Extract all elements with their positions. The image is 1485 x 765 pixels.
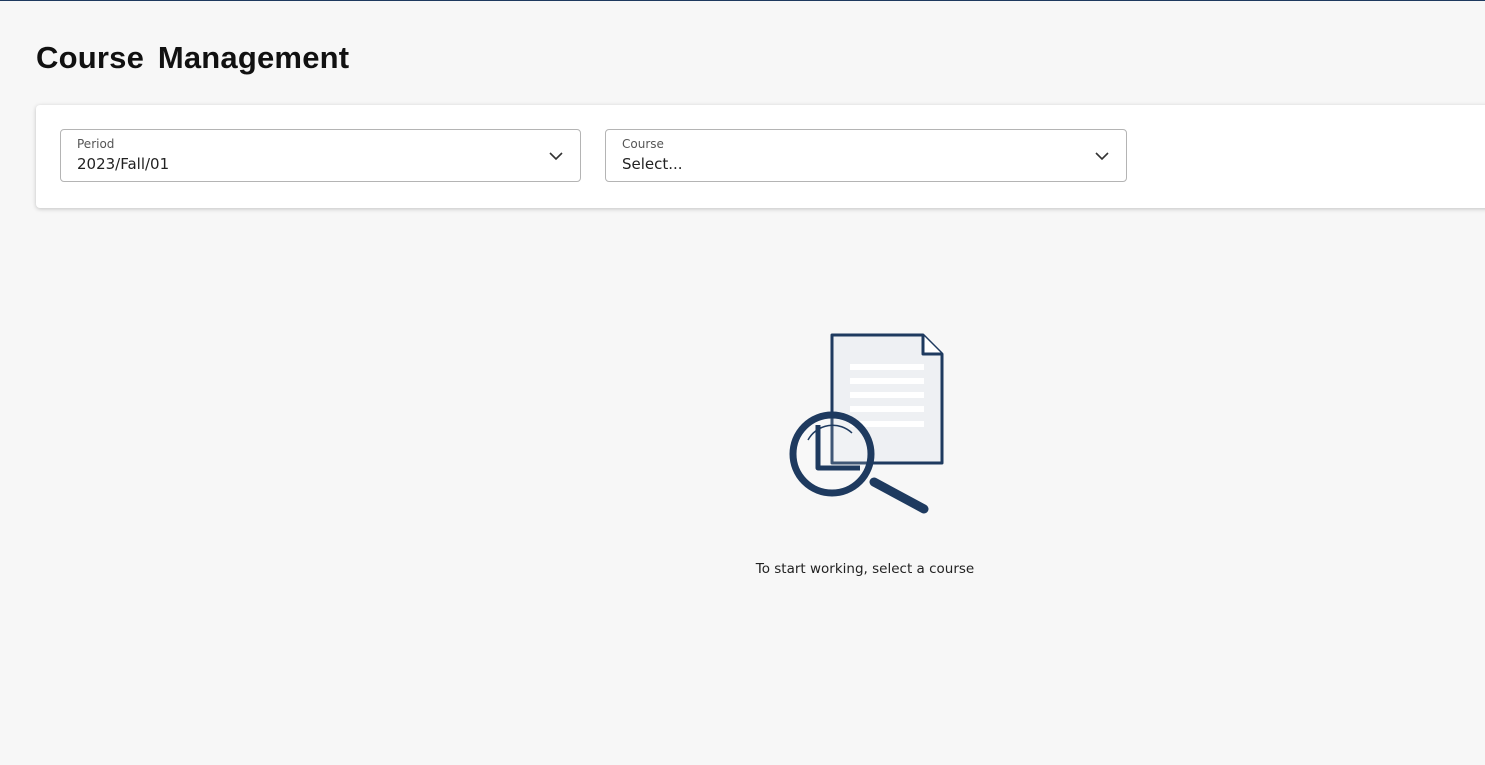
page-title: Course Management [36, 40, 350, 75]
chevron-down-icon [549, 152, 563, 161]
course-select-value: Select... [622, 155, 683, 173]
document-search-icon [789, 333, 944, 514]
chevron-down-icon [1095, 152, 1109, 161]
top-accent-line [0, 0, 1485, 1]
empty-state-message: To start working, select a course [755, 561, 975, 577]
filter-panel: Period 2023/Fall/01 Course Select... [36, 105, 1485, 208]
course-select[interactable]: Course Select... [605, 129, 1127, 182]
period-select-label: Period [77, 137, 115, 151]
period-select-value: 2023/Fall/01 [77, 155, 170, 173]
course-select-label: Course [622, 137, 664, 151]
period-select[interactable]: Period 2023/Fall/01 [60, 129, 581, 182]
